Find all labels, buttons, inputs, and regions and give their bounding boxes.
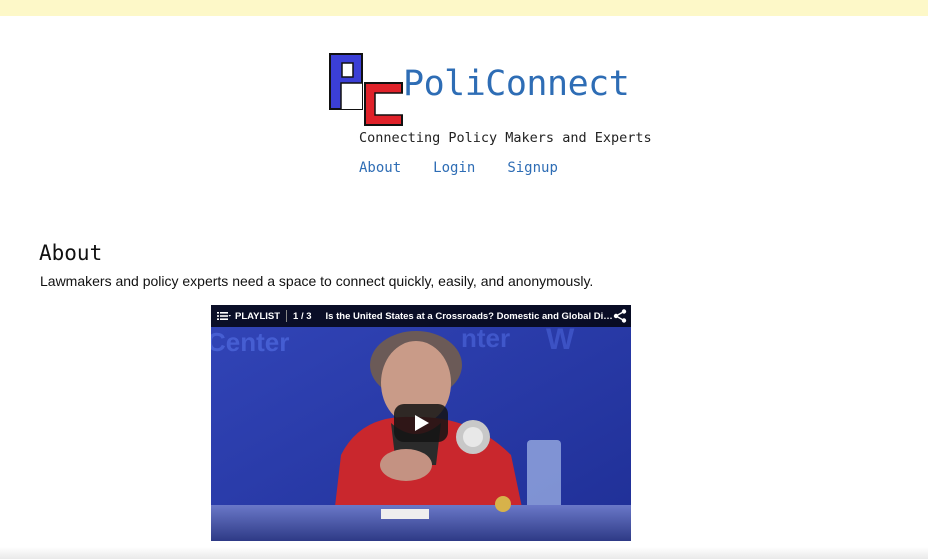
share-icon[interactable] [613,309,627,323]
play-icon [415,415,429,431]
nav-signup-link[interactable]: Signup [507,160,558,176]
embedded-video-player[interactable]: Center nter W PLAYLIST 1 / 3 Is the Unit… [211,305,631,541]
playlist-icon [217,312,231,320]
playlist-button[interactable]: PLAYLIST [211,311,280,322]
window-bottom-edge [0,547,928,559]
divider [286,310,288,322]
playlist-counter: 1 / 3 [293,310,312,322]
tagline: Connecting Policy Makers and Experts [359,130,652,146]
nav-login-link[interactable]: Login [433,160,475,176]
svg-text:nter: nter [461,323,510,353]
about-heading: About [39,241,103,265]
nav-about-link[interactable]: About [359,160,401,176]
play-button[interactable] [394,404,448,442]
about-description: Lawmakers and policy experts need a spac… [40,273,594,289]
brand-name[interactable]: PoliConnect [403,64,630,104]
svg-text:W: W [546,323,575,356]
video-title-link[interactable]: Is the United States at a Crossroads? Do… [326,311,616,322]
top-notice-bar [0,0,928,16]
main-nav: About Login Signup [359,160,558,176]
svg-text:Center: Center [211,327,289,357]
video-top-bar: PLAYLIST 1 / 3 Is the United States at a… [211,305,631,327]
playlist-label: PLAYLIST [235,310,281,322]
